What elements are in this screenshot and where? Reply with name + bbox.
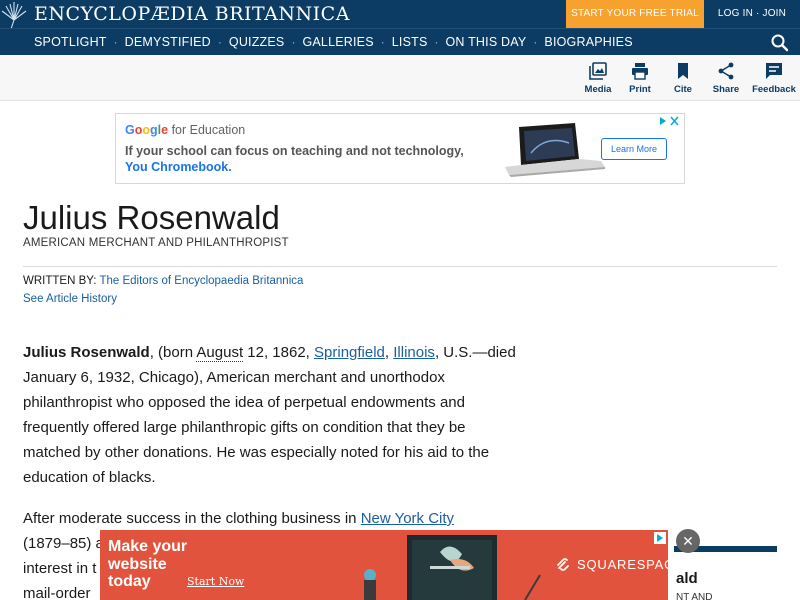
paragraph-line: frequently offered large philanthropic g…	[23, 419, 466, 436]
ad-headline: If your school can focus on teaching and…	[125, 144, 464, 158]
ad-headline-line: website	[108, 555, 167, 573]
nav-separator: ·	[291, 35, 296, 49]
squarespace-brand: SQUARESPACE	[577, 556, 668, 572]
free-trial-button[interactable]: START YOUR FREE TRIAL	[566, 0, 704, 28]
intro-paragraph: Julius Rosenwald, (born August 12, 1862,…	[23, 340, 523, 490]
google-education-ad[interactable]: Google for Education If your school can …	[115, 113, 685, 184]
paragraph-line: matched by other donations. He was espec…	[23, 444, 490, 461]
share-label: Share	[712, 84, 740, 95]
page-title: Julius Rosenwald	[23, 199, 280, 236]
learn-more-button[interactable]: Learn More	[601, 138, 667, 160]
share-icon	[718, 62, 734, 80]
top-header: ENCYCLOPÆDIA BRITANNICA START YOUR FREE …	[0, 0, 800, 51]
ad-brand: Google for Education	[125, 123, 245, 137]
author-link[interactable]: The Editors of Encyclopaedia Britannica	[99, 275, 303, 287]
nav-item-quizzes[interactable]: QUIZZES	[229, 29, 285, 55]
paragraph-line: Julius Rosenwald, (born August 12, 1862,…	[23, 340, 523, 365]
side-card-subtitle: NT AND	[676, 592, 713, 600]
nav-separator: ·	[217, 35, 222, 49]
ad-subheadline: You Chromebook.	[125, 160, 232, 174]
paragraph-line: education of blacks.	[23, 469, 156, 486]
ad-headline: Make your website today	[108, 538, 187, 591]
nav-item-biographies[interactable]: BIOGRAPHIES	[544, 29, 632, 55]
page-subtitle: AMERICAN MERCHANT AND PHILANTHROPIST	[23, 237, 289, 249]
nav-item-lists[interactable]: LISTS	[392, 29, 428, 55]
text-fragment: After moderate success in the clothing b…	[23, 510, 361, 527]
feedback-icon	[766, 63, 782, 79]
article-history-link[interactable]: See Article History	[23, 293, 117, 305]
subject-name: Julius Rosenwald	[23, 344, 150, 361]
paragraph-line: After moderate success in the clothing b…	[23, 506, 523, 531]
main-nav: SPOTLIGHT · DEMYSTIFIED · QUIZZES · GALL…	[0, 28, 800, 55]
nav-list: SPOTLIGHT · DEMYSTIFIED · QUIZZES · GALL…	[34, 29, 633, 55]
squarespace-logo: SQUARESPACE	[555, 556, 668, 572]
squarespace-ad[interactable]: Make your website today Start Now SQUARE…	[100, 530, 668, 600]
media-icon	[589, 62, 607, 80]
side-card-title: ald	[676, 570, 698, 587]
share-button[interactable]: Share	[700, 62, 752, 95]
ad-headline-line: Make your	[108, 538, 188, 555]
text-fragment: 12, 1862,	[243, 344, 315, 361]
article-toolbar: Media Print Cite Share Feedback	[0, 55, 800, 101]
bookmark-icon	[678, 63, 688, 79]
header-divider	[23, 266, 777, 267]
nav-separator: ·	[113, 35, 118, 49]
feedback-label: Feedback	[752, 84, 796, 95]
nav-item-demystified[interactable]: DEMYSTIFIED	[125, 29, 211, 55]
nav-item-spotlight[interactable]: SPOTLIGHT	[34, 29, 107, 55]
text-fragment: , (born	[149, 344, 197, 361]
close-ad-button[interactable]: ✕	[676, 529, 700, 553]
search-icon[interactable]	[770, 33, 790, 53]
paragraph-line: philanthropist who opposed the idea of p…	[23, 394, 465, 411]
feedback-button[interactable]: Feedback	[748, 62, 800, 95]
related-topic-card[interactable]: ald NT AND	[674, 546, 777, 600]
chromebook-image-icon	[505, 123, 605, 177]
website-preview-image-icon	[364, 535, 541, 600]
squarespace-logo-icon	[557, 558, 569, 571]
start-now-link[interactable]: Start Now	[187, 575, 244, 588]
nav-item-galleries[interactable]: GALLERIES	[302, 29, 373, 55]
illinois-link[interactable]: Illinois	[393, 344, 435, 361]
google-logo-text: Google	[125, 123, 169, 137]
text-fragment: , U.S.—died	[434, 344, 516, 361]
nav-item-on-this-day[interactable]: ON THIS DAY	[446, 29, 527, 55]
paragraph-line: January 6, 1932, Chicago), American merc…	[23, 369, 445, 386]
print-icon	[632, 63, 648, 80]
dictionary-word-august[interactable]: August	[196, 344, 244, 362]
nav-separator: ·	[434, 35, 439, 49]
nav-separator: ·	[533, 35, 538, 49]
brand-name[interactable]: ENCYCLOPÆDIA BRITANNICA	[34, 2, 350, 26]
ad-headline-line: today	[108, 573, 151, 590]
written-by-label: WRITTEN BY:	[23, 275, 97, 287]
ad-choices-icon[interactable]	[654, 532, 666, 544]
new-york-city-link[interactable]: New York City	[361, 510, 454, 527]
ad-brand-suffix: for Education	[171, 123, 246, 137]
login-join-button[interactable]: LOG IN · JOIN	[704, 0, 800, 28]
springfield-link[interactable]: Springfield	[314, 344, 385, 361]
ad-choices-icon[interactable]	[658, 116, 680, 126]
nav-separator: ·	[380, 35, 385, 49]
byline: WRITTEN BY: The Editors of Encyclopaedia…	[23, 275, 303, 287]
text-fragment: ,	[384, 344, 394, 361]
